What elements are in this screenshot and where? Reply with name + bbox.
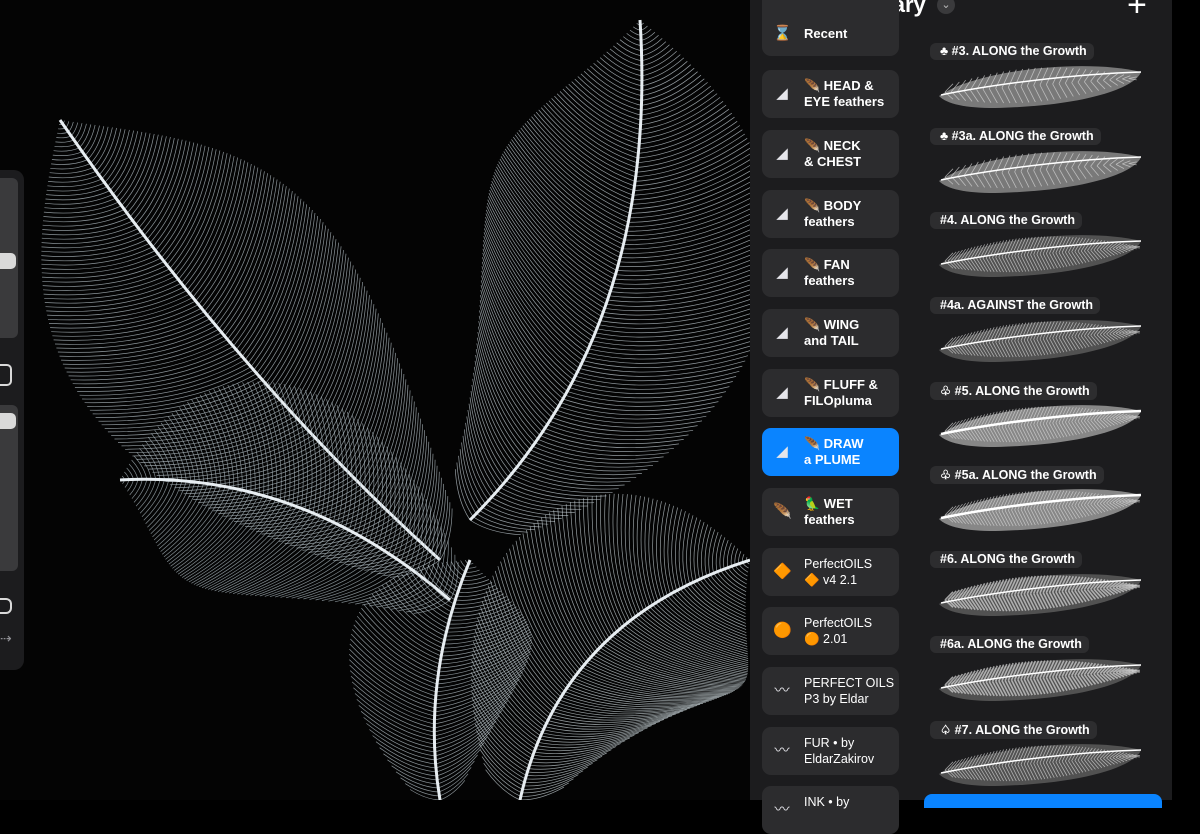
modify-button[interactable]: [0, 364, 12, 386]
brush-stroke-icon: 〰: [774, 682, 790, 699]
panel-edge: [1172, 0, 1200, 800]
brush-item[interactable]: #6a. ALONG the Growth: [930, 636, 1170, 717]
brush-set-item[interactable]: ◢ 🪶 BODY feathers: [762, 190, 899, 238]
feather-stroke: [41, 119, 453, 578]
brush-set-item[interactable]: ⌛ Recent: [762, 0, 899, 56]
brush-name: #6a. ALONG the Growth: [930, 636, 1089, 653]
brush-name: ♣ #3a. ALONG the Growth: [930, 128, 1101, 145]
brush-set-item[interactable]: 🟠 PerfectOILS 🟠 2.01: [762, 607, 899, 655]
brush-set-item[interactable]: 〰 PERFECT OILS P3 by Eldar: [762, 667, 899, 715]
brush-item[interactable]: ♣ #3a. ALONG the Growth: [930, 128, 1170, 209]
feather-artwork: [41, 19, 750, 800]
feather-icon: ◢: [776, 443, 788, 460]
brush-name: ♧ #5. ALONG the Growth: [930, 382, 1097, 400]
brush-item[interactable]: ♧ #5a. ALONG the Growth: [930, 466, 1170, 547]
diamond-icon: 🔶: [773, 563, 792, 580]
brush-item[interactable]: ♣ #3. ALONG the Growth: [930, 43, 1170, 124]
brush-set-label: 🪶 BODY feathers: [804, 198, 862, 229]
feather-icon: ◢: [776, 264, 788, 281]
feather-stroke: [470, 493, 750, 800]
brush-set-label: 🪶 HEAD & EYE feathers: [804, 78, 885, 109]
brush-name: ♣ #3. ALONG the Growth: [930, 43, 1094, 60]
brush-size-knob[interactable]: [0, 253, 16, 269]
brush-set-label: 🦜 WET feathers: [804, 496, 855, 527]
brush-set-label: 🪶 FAN feathers: [804, 257, 855, 288]
feather-icon: ◢: [776, 384, 788, 401]
brush-item[interactable]: ♤ #7. ALONG the Growth: [930, 721, 1170, 802]
brush-set-item[interactable]: 〰 INK • by: [762, 786, 899, 834]
brush-set-label: PerfectOILS 🔶 v4 2.1: [804, 557, 873, 587]
feather-icon: ◢: [776, 324, 788, 341]
brush-set-label: FUR • by EldarZakirov: [804, 736, 875, 766]
brush-set-item[interactable]: ◢ 🪶 WING and TAIL: [762, 309, 899, 357]
brush-set-item[interactable]: ◢ 🪶 NECK & CHEST: [762, 130, 899, 178]
feather-icon: ◢: [776, 205, 788, 222]
opacity-knob[interactable]: [0, 413, 16, 429]
drawing-canvas[interactable]: [0, 0, 750, 800]
brush-item[interactable]: #4. ALONG the Growth: [930, 212, 1170, 293]
feather-icon: ◢: [776, 145, 788, 162]
selected-brush-highlight[interactable]: [924, 794, 1162, 808]
brush-set-label: 🪶 DRAW a PLUME: [804, 436, 864, 467]
brush-set-item[interactable]: 〰 FUR • by EldarZakirov: [762, 727, 899, 775]
brush-set-list: ⌛ Recent ◢ 🪶 HEAD & EYE feathers ◢ 🪶 NECK & C…: [750, 0, 910, 834]
brush-name: #4a. AGAINST the Growth: [930, 297, 1101, 314]
brush-set-item[interactable]: 🪶 🦜 WET feathers: [762, 488, 899, 536]
brush-stroke-icon: 〰: [774, 801, 790, 818]
opacity-slider[interactable]: [0, 405, 18, 571]
feather-stroke: [454, 19, 750, 536]
feather-icon: 🪶: [773, 503, 792, 520]
brush-set-label: 🪶 FLUFF & FILOpluma: [804, 377, 878, 408]
brush-name: #6. ALONG the Growth: [930, 551, 1082, 568]
brush-stroke-icon: 〰: [774, 742, 790, 759]
brush-list: ♣ #3. ALONG the Growth ♣ #3a. ALONG the G…: [925, 0, 1172, 800]
redo-icon[interactable]: ⇢: [0, 630, 12, 647]
hourglass-icon: ⌛: [773, 25, 792, 42]
brush-set-item[interactable]: 🔶 PerfectOILS 🔶 v4 2.1: [762, 548, 899, 596]
brush-item[interactable]: #4a. AGAINST the Growth: [930, 297, 1170, 378]
brush-set-label: PerfectOILS 🟠 2.01: [804, 616, 873, 646]
brush-set-item[interactable]: ◢ 🪶 DRAW a PLUME: [762, 428, 899, 476]
brush-set-label: PERFECT OILS P3 by Eldar: [804, 676, 895, 706]
brush-name: ♤ #7. ALONG the Growth: [930, 721, 1097, 739]
brush-item[interactable]: #6. ALONG the Growth: [930, 551, 1170, 632]
feather-icon: ◢: [776, 85, 788, 102]
brush-item[interactable]: ♧ #5. ALONG the Growth: [930, 382, 1170, 463]
undo-button[interactable]: [0, 598, 12, 614]
brush-set-label: Recent: [804, 26, 848, 41]
brush-set-item[interactable]: ◢ 🪶 HEAD & EYE feathers: [762, 70, 899, 118]
brush-set-item[interactable]: ◢ 🪶 FAN feathers: [762, 249, 899, 297]
brush-set-item[interactable]: ◢ 🪶 FLUFF & FILOpluma: [762, 369, 899, 417]
brush-set-label: INK • by: [804, 795, 850, 809]
brush-set-label: 🪶 NECK & CHEST: [804, 138, 862, 169]
brush-name: ♧ #5a. ALONG the Growth: [930, 466, 1104, 484]
brush-set-label: 🪶 WING and TAIL: [804, 317, 860, 348]
orange-circle-icon: 🟠: [773, 622, 792, 639]
brush-name: #4. ALONG the Growth: [930, 212, 1082, 229]
